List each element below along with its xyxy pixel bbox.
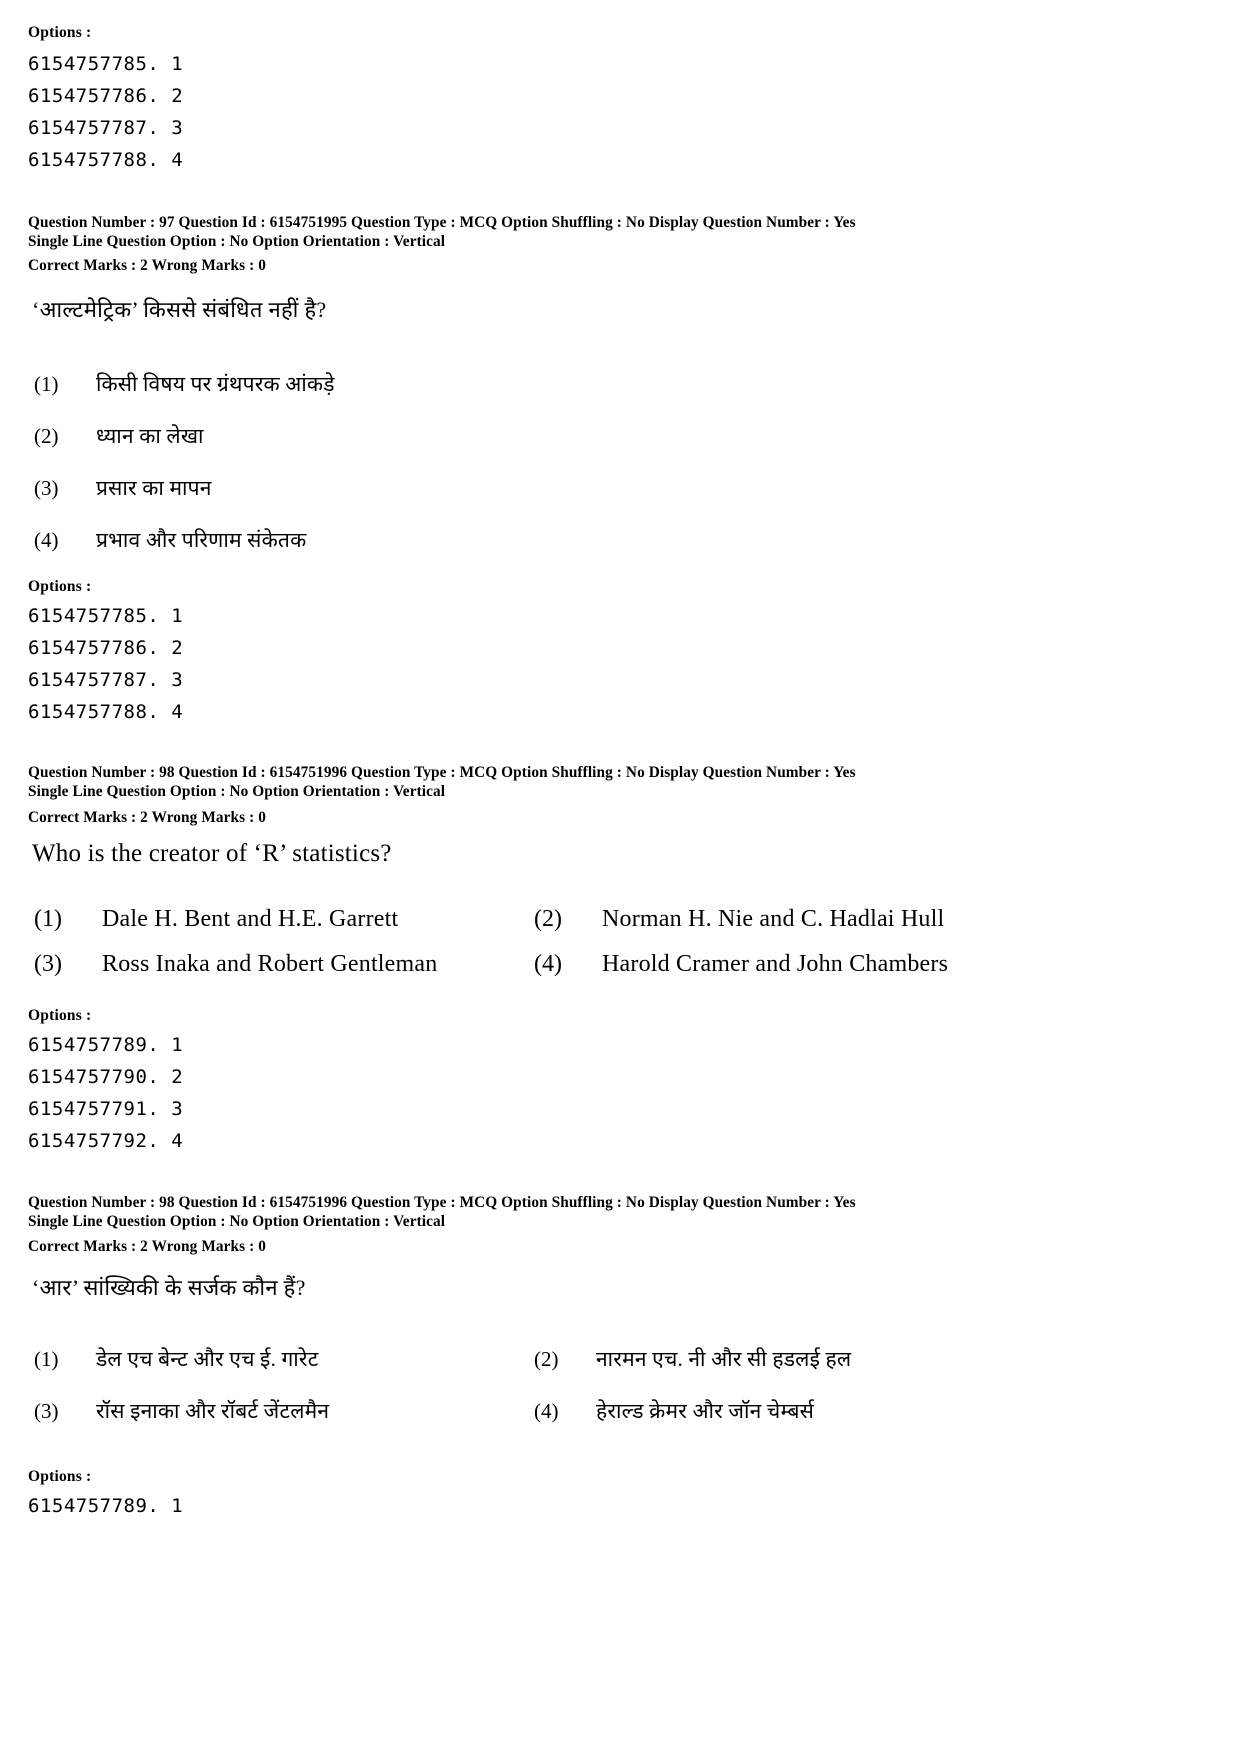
options-label-top: Options : xyxy=(28,24,92,41)
q98-hi-meta-line2: Single Line Question Option : No Option … xyxy=(28,1213,446,1230)
q98-hi-option-number-2: (2) xyxy=(534,1347,559,1371)
q98-en-meta-line2: Single Line Question Option : No Option … xyxy=(28,783,446,800)
q98-en-option-row-1: (1) Dale H. Bent and H.E. Garrett xyxy=(34,906,398,933)
q98-hi-meta-marks: Correct Marks : 2 Wrong Marks : 0 xyxy=(28,1238,266,1255)
q98-hi-option-text-1: डेल एच बेन्ट और एच ई. गारेट xyxy=(96,1347,319,1371)
q98-en-option-row-2: (2) Norman H. Nie and C. Hadlai Hull xyxy=(534,906,944,933)
q98-hi-options-label: Options : xyxy=(28,1468,92,1485)
q97-option-number-2: (2) xyxy=(34,424,59,448)
q98-en-option-number-1: (1) xyxy=(34,906,62,932)
q98-en-meta-line1: Question Number : 98 Question Id : 61547… xyxy=(28,764,856,781)
q97-option-text-3: प्रसार का मापन xyxy=(96,476,212,500)
q97-options-label: Options : xyxy=(28,578,92,595)
q97-option-row-3: (3) प्रसार का मापन xyxy=(34,474,212,502)
q97-option-id-4: 6154757788. 4 xyxy=(28,701,184,723)
document-page: Options : 6154757785. 1 6154757786. 2 61… xyxy=(0,0,1240,1754)
q97-option-text-2: ध्यान का लेखा xyxy=(96,424,204,448)
q98-en-option-id-1: 6154757789. 1 xyxy=(28,1034,184,1056)
q98-en-option-text-1: Dale H. Bent and H.E. Garrett xyxy=(102,906,399,932)
q98-hi-option-number-1: (1) xyxy=(34,1347,59,1371)
q97-meta-line2: Single Line Question Option : No Option … xyxy=(28,233,446,250)
q97-option-row-2: (2) ध्यान का लेखा xyxy=(34,422,204,450)
q97-option-number-1: (1) xyxy=(34,372,59,396)
q98-hi-option-number-3: (3) xyxy=(34,1399,59,1423)
q97-option-text-1: किसी विषय पर ग्रंथपरक आंकड़े xyxy=(96,372,335,396)
q97-option-text-4: प्रभाव और परिणाम संकेतक xyxy=(96,528,307,552)
q98-hi-option-id-1: 6154757789. 1 xyxy=(28,1495,184,1517)
q98-hi-option-row-2: (2) नारमन एच. नी और सी हडलई हल xyxy=(534,1345,851,1373)
q97-option-number-3: (3) xyxy=(34,476,59,500)
q98-en-option-text-3: Ross Inaka and Robert Gentleman xyxy=(102,951,438,977)
q98-hi-option-row-4: (4) हेराल्ड क्रेमर और जॉन चेम्बर्स xyxy=(534,1397,814,1425)
q98-hi-option-row-3: (3) रॉस इनाका और रॉबर्ट जेंटलमैन xyxy=(34,1397,329,1425)
q98-en-meta-marks: Correct Marks : 2 Wrong Marks : 0 xyxy=(28,809,266,826)
q97-option-row-1: (1) किसी विषय पर ग्रंथपरक आंकड़े xyxy=(34,370,335,398)
q97-option-id-2: 6154757786. 2 xyxy=(28,637,184,659)
q98-hi-option-text-3: रॉस इनाका और रॉबर्ट जेंटलमैन xyxy=(96,1399,330,1423)
q98-en-option-row-4: (4) Harold Cramer and John Chambers xyxy=(534,951,948,978)
q98-en-option-row-3: (3) Ross Inaka and Robert Gentleman xyxy=(34,951,437,978)
q98-en-option-id-2: 6154757790. 2 xyxy=(28,1066,184,1088)
q98-en-option-number-2: (2) xyxy=(534,906,562,932)
q98-en-options-label: Options : xyxy=(28,1007,92,1024)
q98-en-option-id-4: 6154757792. 4 xyxy=(28,1130,184,1152)
option-id-top-4: 6154757788. 4 xyxy=(28,149,184,171)
q97-meta-line1: Question Number : 97 Question Id : 61547… xyxy=(28,214,856,231)
q98-en-option-text-4: Harold Cramer and John Chambers xyxy=(602,951,949,977)
q98-hi-meta-line1: Question Number : 98 Question Id : 61547… xyxy=(28,1194,856,1211)
q97-question-text: ‘आल्टमेट्रिक’ किससे संबंधित नहीं है? xyxy=(32,297,327,322)
q97-meta-marks: Correct Marks : 2 Wrong Marks : 0 xyxy=(28,257,266,274)
q98-hi-option-number-4: (4) xyxy=(534,1399,559,1423)
q97-option-id-1: 6154757785. 1 xyxy=(28,605,184,627)
option-id-top-1: 6154757785. 1 xyxy=(28,53,184,75)
option-id-top-3: 6154757787. 3 xyxy=(28,117,184,139)
q98-hi-option-row-1: (1) डेल एच बेन्ट और एच ई. गारेट xyxy=(34,1345,319,1373)
q97-option-number-4: (4) xyxy=(34,528,59,552)
q98-en-option-number-3: (3) xyxy=(34,951,62,977)
q98-hi-option-text-2: नारमन एच. नी और सी हडलई हल xyxy=(596,1347,852,1371)
q98-hi-question-text: ‘आर’ सांख्यिकी के सर्जक कौन हैं? xyxy=(32,1275,306,1300)
q97-option-row-4: (4) प्रभाव और परिणाम संकेतक xyxy=(34,526,306,554)
q98-en-option-text-2: Norman H. Nie and C. Hadlai Hull xyxy=(602,906,945,932)
q98-en-option-number-4: (4) xyxy=(534,951,562,977)
q98-en-option-id-3: 6154757791. 3 xyxy=(28,1098,184,1120)
option-id-top-2: 6154757786. 2 xyxy=(28,85,184,107)
q97-option-id-3: 6154757787. 3 xyxy=(28,669,184,691)
q98-hi-option-text-4: हेराल्ड क्रेमर और जॉन चेम्बर्स xyxy=(596,1399,815,1423)
q98-en-question-text: Who is the creator of ‘R’ statistics? xyxy=(32,840,392,867)
